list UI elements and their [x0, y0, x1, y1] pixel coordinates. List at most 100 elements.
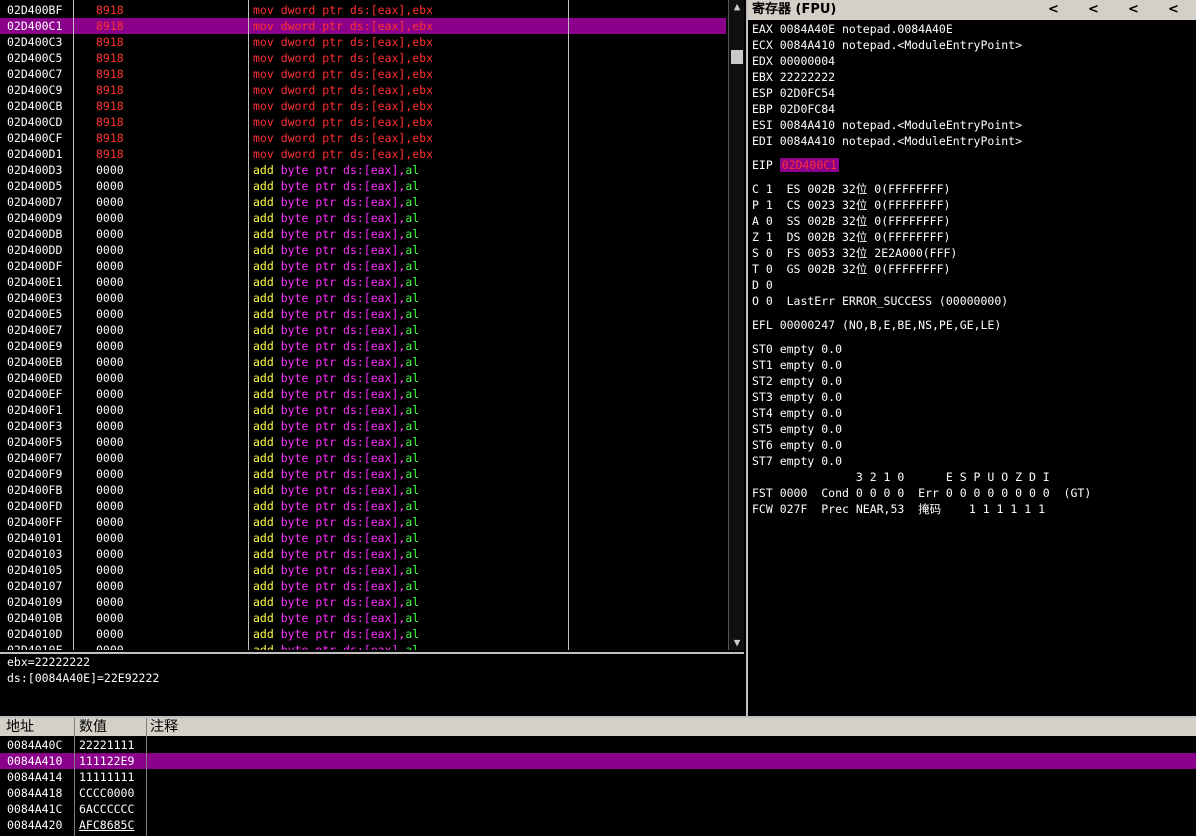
- disasm-row[interactable]: 02D400E5 0000 add byte ptr ds:[eax],al: [0, 306, 726, 322]
- register-line[interactable]: ESP 02D0FC54: [752, 85, 835, 101]
- stack-row[interactable]: 0084A40C 22221111: [0, 737, 1196, 753]
- fpu-line[interactable]: ST5 empty 0.0: [752, 421, 842, 437]
- disasm-row[interactable]: 02D400D9 0000 add byte ptr ds:[eax],al: [0, 210, 726, 226]
- disasm-row[interactable]: 02D4010D 0000 add byte ptr ds:[eax],al: [0, 626, 726, 642]
- registers-header[interactable]: 寄存器 (FPU) < < < <: [748, 0, 1196, 20]
- fpu-line[interactable]: ST3 empty 0.0: [752, 389, 842, 405]
- scroll-up-icon[interactable]: ▲: [729, 0, 744, 14]
- fpu-line[interactable]: ST4 empty 0.0: [752, 405, 842, 421]
- stack-row[interactable]: 0084A410 111122E9: [0, 753, 1196, 769]
- disasm-row[interactable]: 02D400C3 8918 mov dword ptr ds:[eax],ebx: [0, 34, 726, 50]
- disasm-row[interactable]: 02D40105 0000 add byte ptr ds:[eax],al: [0, 562, 726, 578]
- disasm-row[interactable]: 02D400FB 0000 add byte ptr ds:[eax],al: [0, 482, 726, 498]
- disasm-row[interactable]: 02D400D3 0000 add byte ptr ds:[eax],al: [0, 162, 726, 178]
- disasm-row[interactable]: 02D400DB 0000 add byte ptr ds:[eax],al: [0, 226, 726, 242]
- column-header-comment[interactable]: 注释: [150, 718, 178, 736]
- disassembly-scrollbar[interactable]: ▲ ▼: [728, 0, 744, 650]
- disasm-row[interactable]: 02D40101 0000 add byte ptr ds:[eax],al: [0, 530, 726, 546]
- instruction-address: 02D40101: [7, 531, 63, 545]
- flag-line[interactable]: D 0: [752, 277, 773, 293]
- fst-register[interactable]: FST 0000 Cond 0 0 0 0 Err 0 0 0 0 0 0 0 …: [752, 485, 1091, 501]
- flag-line[interactable]: T 0 GS 002B 32位 0(FFFFFFFF): [752, 261, 950, 277]
- fpu-line[interactable]: ST6 empty 0.0: [752, 437, 842, 453]
- disasm-row[interactable]: 02D400EB 0000 add byte ptr ds:[eax],al: [0, 354, 726, 370]
- register-line[interactable]: EAX 0084A40E notepad.0084A40E: [752, 21, 953, 37]
- disasm-row[interactable]: 02D400C9 8918 mov dword ptr ds:[eax],ebx: [0, 82, 726, 98]
- flag-line[interactable]: P 1 CS 0023 32位 0(FFFFFFFF): [752, 197, 950, 213]
- column-header-address[interactable]: 地址: [6, 718, 34, 736]
- instruction-address: 02D400EF: [7, 387, 63, 401]
- register-line[interactable]: ECX 0084A410 notepad.<ModuleEntryPoint>: [752, 37, 1022, 53]
- disasm-row[interactable]: 02D400C1 8918 mov dword ptr ds:[eax],ebx: [0, 18, 726, 34]
- register-line[interactable]: EBP 02D0FC84: [752, 101, 835, 117]
- disasm-row[interactable]: 02D400F9 0000 add byte ptr ds:[eax],al: [0, 466, 726, 482]
- flag-line[interactable]: Z 1 DS 002B 32位 0(FFFFFFFF): [752, 229, 950, 245]
- disasm-row[interactable]: 02D400BF 8918 mov dword ptr ds:[eax],ebx: [0, 2, 726, 18]
- disasm-row[interactable]: 02D40103 0000 add byte ptr ds:[eax],al: [0, 546, 726, 562]
- nav-prev-icon[interactable]: <: [1128, 0, 1139, 20]
- disasm-row[interactable]: 02D400DF 0000 add byte ptr ds:[eax],al: [0, 258, 726, 274]
- disasm-row[interactable]: 02D400EF 0000 add byte ptr ds:[eax],al: [0, 386, 726, 402]
- disasm-row[interactable]: 02D4010F 0000 add byte ptr ds:[eax],al: [0, 642, 726, 650]
- disasm-row[interactable]: 02D400CF 8918 mov dword ptr ds:[eax],ebx: [0, 130, 726, 146]
- disassembly-pane[interactable]: 02D400BF 8918 mov dword ptr ds:[eax],ebx 02…: [0, 0, 744, 650]
- disasm-row[interactable]: 02D400F5 0000 add byte ptr ds:[eax],al: [0, 434, 726, 450]
- instruction-text: add byte ptr ds:[eax],al: [253, 195, 420, 209]
- eip-register[interactable]: EIP 02D400C1: [752, 157, 840, 173]
- nav-prev-icon[interactable]: <: [1048, 0, 1059, 20]
- register-line[interactable]: EDI 0084A410 notepad.<ModuleEntryPoint>: [752, 133, 1022, 149]
- instruction-text: mov dword ptr ds:[eax],ebx: [253, 131, 434, 145]
- disasm-row[interactable]: 02D400D5 0000 add byte ptr ds:[eax],al: [0, 178, 726, 194]
- disasm-row[interactable]: 02D40107 0000 add byte ptr ds:[eax],al: [0, 578, 726, 594]
- disasm-row[interactable]: 02D400F1 0000 add byte ptr ds:[eax],al: [0, 402, 726, 418]
- fpu-line[interactable]: ST1 empty 0.0: [752, 357, 842, 373]
- flag-line[interactable]: S 0 FS 0053 32位 2E2A000(FFF): [752, 245, 957, 261]
- fcw-register[interactable]: FCW 027F Prec NEAR,53 掩码 1 1 1 1 1 1: [752, 501, 1045, 517]
- disasm-row[interactable]: 02D400E1 0000 add byte ptr ds:[eax],al: [0, 274, 726, 290]
- column-header-value[interactable]: 数值: [79, 718, 107, 736]
- stack-pane[interactable]: 地址 数值 注释 0084A40C 22221111 0084A410 111122E…: [0, 718, 1196, 836]
- register-line[interactable]: EDX 00000004: [752, 53, 835, 69]
- disasm-row[interactable]: 02D400D1 8918 mov dword ptr ds:[eax],ebx: [0, 146, 726, 162]
- stack-row[interactable]: 0084A420 AFC8685C: [0, 817, 1196, 833]
- nav-prev-icon[interactable]: <: [1168, 0, 1179, 20]
- disasm-row[interactable]: 02D400E9 0000 add byte ptr ds:[eax],al: [0, 338, 726, 354]
- instruction-address: 02D400D1: [7, 147, 63, 161]
- disasm-row[interactable]: 02D400C7 8918 mov dword ptr ds:[eax],ebx: [0, 66, 726, 82]
- flag-line[interactable]: C 1 ES 002B 32位 0(FFFFFFFF): [752, 181, 950, 197]
- instruction-text: add byte ptr ds:[eax],al: [253, 467, 420, 481]
- disasm-row[interactable]: 02D400E7 0000 add byte ptr ds:[eax],al: [0, 322, 726, 338]
- stack-row[interactable]: 0084A41C 6ACCCCCC: [0, 801, 1196, 817]
- scrollbar-thumb[interactable]: [731, 50, 743, 64]
- disasm-row[interactable]: 02D4010B 0000 add byte ptr ds:[eax],al: [0, 610, 726, 626]
- disasm-row[interactable]: 02D400CB 8918 mov dword ptr ds:[eax],ebx: [0, 98, 726, 114]
- disasm-row[interactable]: 02D400F3 0000 add byte ptr ds:[eax],al: [0, 418, 726, 434]
- disasm-row[interactable]: 02D400F7 0000 add byte ptr ds:[eax],al: [0, 450, 726, 466]
- scroll-down-icon[interactable]: ▼: [729, 636, 744, 650]
- instruction-text: mov dword ptr ds:[eax],ebx: [253, 115, 434, 129]
- eip-value[interactable]: 02D400C1: [779, 158, 840, 172]
- flag-line[interactable]: A 0 SS 002B 32位 0(FFFFFFFF): [752, 213, 950, 229]
- registers-pane[interactable]: 寄存器 (FPU) < < < < EIP 02D400C1 EFL 00000…: [746, 0, 1196, 716]
- efl-register[interactable]: EFL 00000247 (NO,B,E,BE,NS,PE,GE,LE): [752, 317, 1001, 333]
- disasm-row[interactable]: 02D400DD 0000 add byte ptr ds:[eax],al: [0, 242, 726, 258]
- fpu-line[interactable]: ST2 empty 0.0: [752, 373, 842, 389]
- disasm-row[interactable]: 02D400D7 0000 add byte ptr ds:[eax],al: [0, 194, 726, 210]
- disasm-row[interactable]: 02D400ED 0000 add byte ptr ds:[eax],al: [0, 370, 726, 386]
- disasm-row[interactable]: 02D400C5 8918 mov dword ptr ds:[eax],ebx: [0, 50, 726, 66]
- disasm-row[interactable]: 02D400E3 0000 add byte ptr ds:[eax],al: [0, 290, 726, 306]
- register-line[interactable]: EBX 22222222: [752, 69, 835, 85]
- disasm-row[interactable]: 02D400CD 8918 mov dword ptr ds:[eax],ebx: [0, 114, 726, 130]
- nav-prev-icon[interactable]: <: [1088, 0, 1099, 20]
- instruction-address: 02D400FD: [7, 499, 63, 513]
- flag-line[interactable]: O 0 LastErr ERROR_SUCCESS (00000000): [752, 293, 1008, 309]
- stack-row[interactable]: 0084A414 11111111: [0, 769, 1196, 785]
- fpu-line[interactable]: ST7 empty 0.0: [752, 453, 842, 469]
- disasm-row[interactable]: 02D40109 0000 add byte ptr ds:[eax],al: [0, 594, 726, 610]
- disasm-row[interactable]: 02D400FD 0000 add byte ptr ds:[eax],al: [0, 498, 726, 514]
- stack-row[interactable]: 0084A418 CCCC0000: [0, 785, 1196, 801]
- disasm-row[interactable]: 02D400FF 0000 add byte ptr ds:[eax],al: [0, 514, 726, 530]
- instruction-address: 02D400DB: [7, 227, 63, 241]
- fpu-line[interactable]: ST0 empty 0.0: [752, 341, 842, 357]
- register-line[interactable]: ESI 0084A410 notepad.<ModuleEntryPoint>: [752, 117, 1022, 133]
